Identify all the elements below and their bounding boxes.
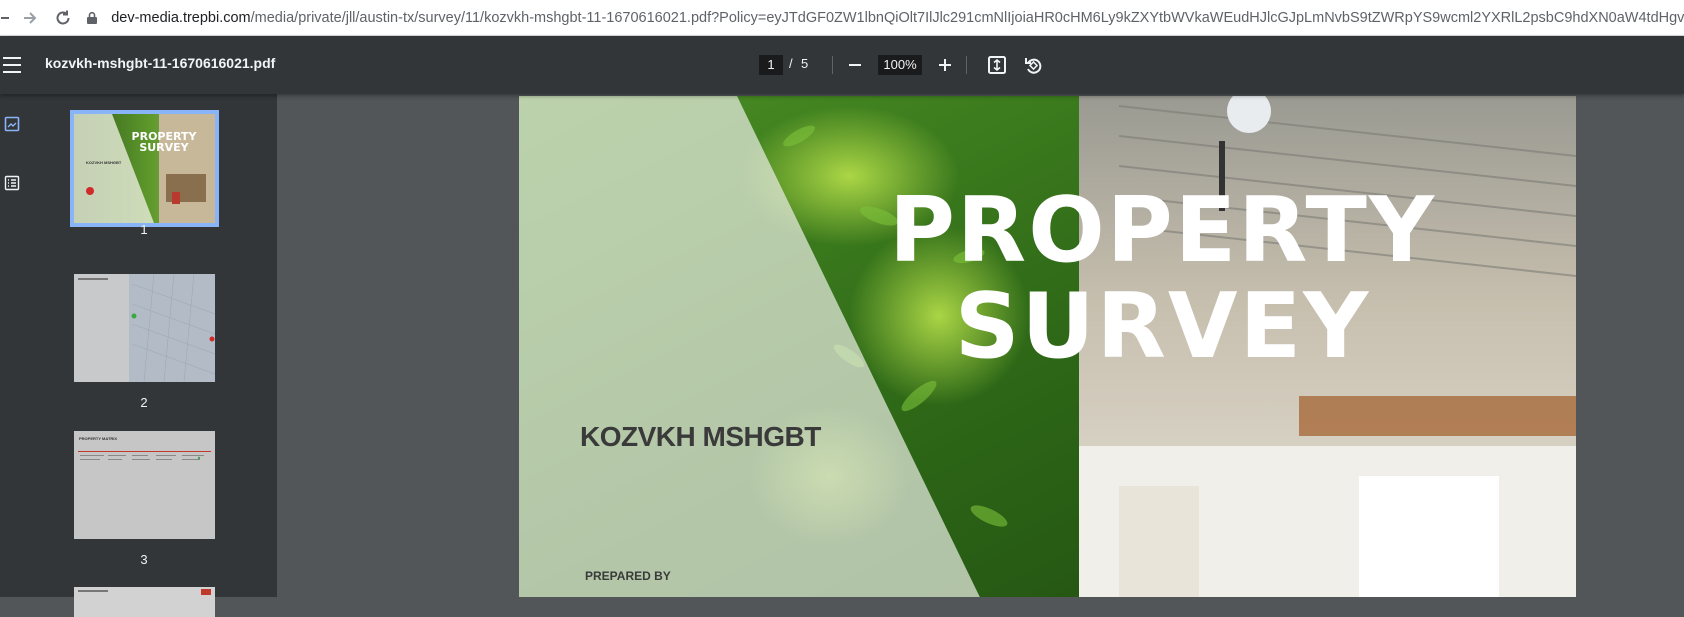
url-path: /media/private/jll/austin-tx/survey/11/k…: [250, 9, 1684, 26]
thumb-title-line2: SURVEY: [139, 141, 189, 154]
thumbnail-label-2: 2: [140, 395, 148, 410]
thumbnail-label-1: 1: [140, 222, 148, 237]
thumbnail-sidebar: PROPERTY SURVEY KOZVKH MSHGBT 1 2 PROPER…: [0, 94, 277, 617]
page-separator: /: [789, 56, 793, 71]
zoom-in-icon[interactable]: [933, 53, 957, 77]
thumbnail-label-3: 3: [140, 552, 148, 567]
document-title: kozvkh-mshgbt-11-1670616021.pdf: [45, 55, 276, 71]
client-name: KOZVKH MSHGBT: [580, 421, 821, 452]
pdf-toolbar: kozvkh-mshgbt-11-1670616021.pdf 1 / 5 10…: [0, 36, 1684, 94]
cover-title-line2: SURVEY: [954, 274, 1371, 379]
thumbnails-view-icon[interactable]: [4, 116, 20, 132]
back-arrow-icon[interactable]: [0, 0, 14, 36]
fit-to-page-icon[interactable]: [985, 53, 1009, 77]
rotate-icon[interactable]: [1021, 53, 1045, 77]
zoom-level-input[interactable]: 100%: [878, 55, 922, 75]
thumb-heading-line: [78, 590, 108, 592]
page-total: 5: [801, 56, 809, 71]
thumb-title: PROPERTY SURVEY: [124, 131, 204, 153]
reload-icon[interactable]: [46, 0, 79, 36]
forward-arrow-icon[interactable]: [14, 0, 47, 36]
prepared-by-label: PREPARED BY: [585, 569, 671, 583]
thumb-badge: [201, 589, 211, 595]
logo-mark-icon: [86, 187, 94, 195]
toolbar-divider: [832, 56, 833, 74]
page-thumbnail-1[interactable]: PROPERTY SURVEY KOZVKH MSHGBT: [70, 110, 219, 227]
url-host: dev-media.trepbi.com: [111, 9, 251, 26]
toolbar-divider: [966, 56, 967, 74]
pdf-viewer[interactable]: PROPERTY SURVEY KOZVKH MSHGBT PREPARED B…: [277, 94, 1684, 597]
page-thumbnail-3[interactable]: PROPERTY MATRIX: [74, 431, 215, 539]
page-thumbnail-2[interactable]: [74, 274, 215, 382]
lock-icon: [85, 11, 99, 25]
url-bar[interactable]: dev-media.trepbi.com/media/private/jll/a…: [79, 0, 1684, 36]
outline-view-icon[interactable]: [4, 175, 20, 191]
cover-title-line1: PROPERTY: [888, 178, 1437, 283]
page-number-input[interactable]: 1: [759, 55, 783, 75]
zoom-out-icon[interactable]: [843, 53, 867, 77]
thumb-client: KOZVKH MSHGBT: [86, 160, 122, 165]
menu-icon[interactable]: [3, 57, 21, 73]
page-thumbnail-4[interactable]: [74, 587, 215, 617]
browser-address-bar: dev-media.trepbi.com/media/private/jll/a…: [0, 0, 1684, 36]
pdf-page-1: PROPERTY SURVEY KOZVKH MSHGBT PREPARED B…: [519, 96, 1576, 597]
